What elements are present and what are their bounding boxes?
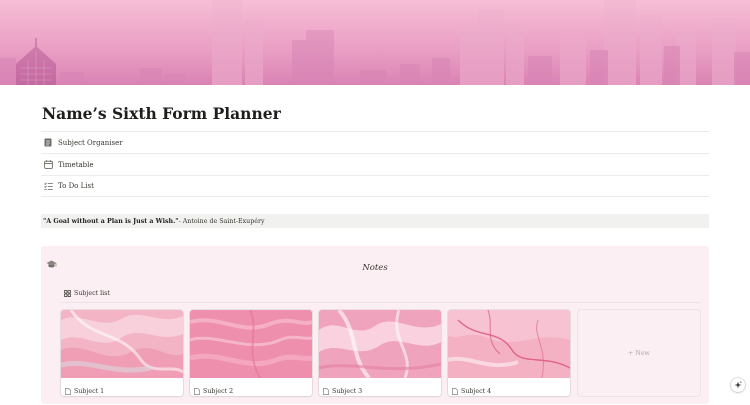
pink-marble-thumbnail	[190, 310, 312, 379]
checklist-icon	[43, 181, 53, 191]
page-title: Name’s Sixth Form Planner	[42, 104, 281, 123]
card-title: Subject 4	[461, 387, 492, 395]
pink-marble-thumbnail	[319, 310, 441, 380]
page-icon	[194, 387, 200, 395]
ai-assistant-button[interactable]	[731, 378, 745, 392]
page-link-label: Subject Organiser	[58, 138, 123, 147]
skyline-illustration	[0, 0, 750, 85]
notes-callout: Notes Subject list Subject 1 Subject 2 S…	[41, 246, 709, 404]
sparkle-icon	[734, 381, 742, 389]
card-title: Subject 1	[74, 387, 105, 395]
quote-block: "A Goal without a Plan is Just a Wish." …	[41, 214, 709, 228]
quote-author: - Antoine de Saint-Exupéry	[178, 217, 265, 225]
quote-text: "A Goal without a Plan is Just a Wish."	[43, 217, 179, 225]
card-title: Subject 2	[203, 387, 234, 395]
view-divider	[61, 302, 701, 303]
page-icon	[65, 387, 71, 395]
notes-heading: Notes	[362, 263, 388, 273]
gallery-card-subject-1[interactable]: Subject 1	[61, 310, 183, 396]
card-title: Subject 3	[332, 387, 363, 395]
page-icon	[452, 387, 458, 395]
gallery-view-icon	[64, 290, 71, 297]
page-links-list: Subject Organiser Timetable To Do List	[41, 131, 709, 197]
page-link-label: Timetable	[58, 160, 94, 169]
page-link-timetable[interactable]: Timetable	[41, 153, 709, 175]
page-icon	[323, 387, 329, 395]
page-cover	[0, 0, 750, 85]
pink-marble-thumbnail	[61, 310, 183, 378]
graduation-cap-icon[interactable]	[46, 254, 57, 268]
view-tab-label: Subject list	[74, 290, 110, 297]
calendar-icon	[43, 160, 53, 170]
page-link-label: To Do List	[58, 182, 94, 190]
gallery-card-subject-2[interactable]: Subject 2	[190, 310, 312, 396]
new-card-button[interactable]: + New	[578, 310, 700, 396]
page-link-subject-organiser[interactable]: Subject Organiser	[41, 131, 709, 153]
document-icon	[43, 138, 53, 148]
page-link-to-do-list[interactable]: To Do List	[41, 175, 709, 197]
pink-marble-thumbnail	[448, 310, 570, 379]
gallery-card-subject-4[interactable]: Subject 4	[448, 310, 570, 396]
gallery-card-subject-3[interactable]: Subject 3	[319, 310, 441, 396]
view-tab-subject-list[interactable]: Subject list	[64, 290, 110, 297]
